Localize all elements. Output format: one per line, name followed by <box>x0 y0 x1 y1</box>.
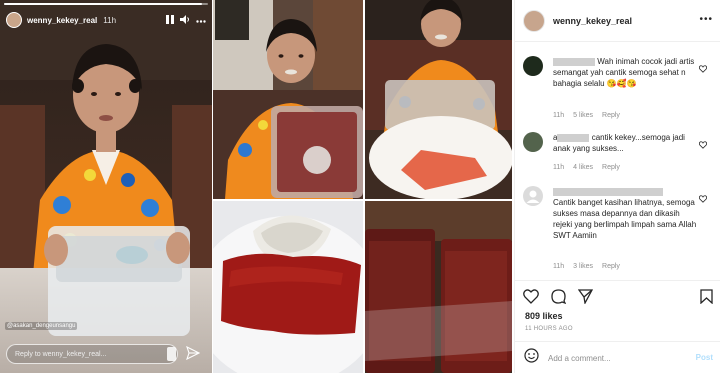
comment-text: Cantik banget kasihan lihatnya, semoga s… <box>553 198 697 240</box>
comment-reply-link[interactable]: Reply <box>602 263 620 270</box>
pause-icon[interactable] <box>166 14 174 26</box>
post-actions: 809 likes 11 HOURS AGO Add a comment... … <box>515 280 720 373</box>
comment-username-redacted[interactable] <box>557 133 590 142</box>
story-reply-input[interactable]: Reply to wenny_kekey_real... <box>6 344 178 364</box>
story-time: 11h <box>103 15 117 25</box>
share-send-icon[interactable] <box>577 289 594 309</box>
heart-icon[interactable] <box>698 60 708 78</box>
post-image-collage[interactable] <box>212 0 512 373</box>
comment-likes[interactable]: 4 likes <box>573 164 593 171</box>
comment-username-redacted[interactable] <box>553 57 595 66</box>
collage-photo-4 <box>365 201 512 373</box>
post-side-panel: wenny_kekey_real ••• Wah inimah cocok ja… <box>514 0 720 373</box>
like-heart-icon[interactable] <box>523 289 539 309</box>
story-header: wenny_kekey_real 11h <box>6 10 206 30</box>
comment-item: Wah inimah cocok jadi artis semangat yah… <box>523 56 719 126</box>
comment-avatar[interactable] <box>523 56 543 76</box>
comment-bubble-icon[interactable] <box>551 289 567 309</box>
story-photo <box>0 0 212 373</box>
comment-meta: 11h 3 likes Reply <box>553 263 620 270</box>
comment-meta: 11h 5 likes Reply <box>553 112 620 119</box>
comment-time: 11h <box>553 164 565 171</box>
heart-icon[interactable] <box>698 136 708 154</box>
speaker-icon[interactable] <box>180 14 190 26</box>
story-controls <box>166 14 206 26</box>
story-avatar[interactable] <box>6 12 22 28</box>
comment-reply-link[interactable]: Reply <box>602 112 620 119</box>
send-icon[interactable] <box>186 345 201 365</box>
comment-item: a cantik kekey...semoga jadi anak yang s… <box>523 132 719 176</box>
comment-emoji: 😘🥰😘 <box>606 79 637 88</box>
post-comment-button[interactable]: Post <box>696 353 713 362</box>
collage-photo-2 <box>365 0 512 199</box>
post-time-ago: 11 HOURS AGO <box>525 326 573 332</box>
comment-likes[interactable]: 3 likes <box>573 263 593 270</box>
comment-likes[interactable]: 5 likes <box>573 112 593 119</box>
likes-count[interactable]: 809 likes <box>525 311 563 321</box>
post-author-avatar[interactable] <box>523 9 545 32</box>
more-options-icon[interactable]: ••• <box>699 14 713 25</box>
comment-body: a cantik kekey...semoga jadi anak yang s… <box>553 132 701 154</box>
comment-time: 11h <box>553 263 565 270</box>
story-progress-fill <box>4 3 202 5</box>
story-reply-placeholder: Reply to wenny_kekey_real... <box>15 350 107 358</box>
heart-icon[interactable] <box>698 190 708 208</box>
add-comment-input[interactable]: Add a comment... <box>548 354 611 363</box>
comment-reply-link[interactable]: Reply <box>602 164 620 171</box>
collage-photo-1 <box>213 0 363 199</box>
comment-body: Wah inimah cocok jadi artis semangat yah… <box>553 56 701 89</box>
post-author-username[interactable]: wenny_kekey_real <box>553 16 632 26</box>
bookmark-icon[interactable] <box>700 289 713 309</box>
comment-item: Cantik banget kasihan lihatnya, semoga s… <box>523 186 719 272</box>
post-header: wenny_kekey_real ••• <box>515 0 720 42</box>
story-viewer: wenny_kekey_real 11h @asakan_dengeunsang… <box>0 0 212 373</box>
story-username[interactable]: wenny_kekey_real <box>27 16 97 25</box>
story-progress-bar <box>4 3 208 5</box>
action-icons <box>523 289 594 309</box>
comment-username-redacted[interactable] <box>553 187 663 196</box>
collage-photo-3 <box>213 201 363 373</box>
story-mention-sticker[interactable]: @asakan_dengeunsangu <box>5 322 78 330</box>
screenshot-root: wenny_kekey_real 11h @asakan_dengeunsang… <box>0 0 720 373</box>
more-icon[interactable] <box>196 15 206 25</box>
comment-meta: 11h 4 likes Reply <box>553 164 620 171</box>
comment-time: 11h <box>553 112 565 119</box>
comment-body: Cantik banget kasihan lihatnya, semoga s… <box>553 186 701 241</box>
comment-avatar[interactable] <box>523 132 543 152</box>
smiley-icon[interactable] <box>524 348 539 368</box>
add-comment-bar: Add a comment... Post <box>515 341 720 373</box>
comment-avatar[interactable] <box>523 186 543 206</box>
story-reply-scroll-handle[interactable] <box>167 347 176 361</box>
